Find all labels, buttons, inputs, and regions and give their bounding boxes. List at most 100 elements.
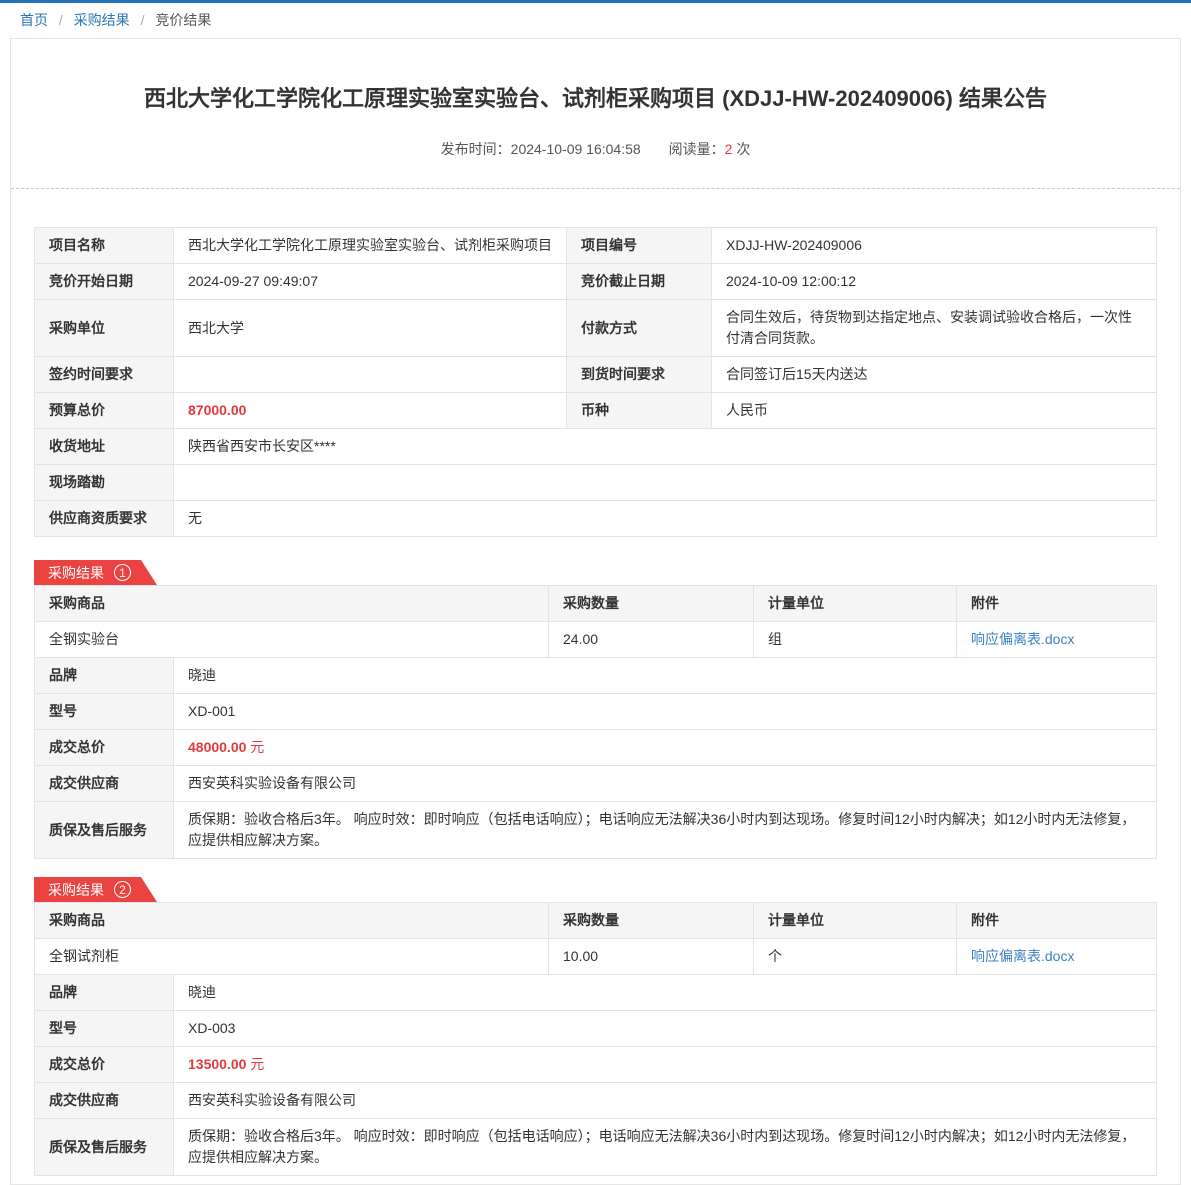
table-row: 全钢试剂柜 10.00 个 响应偏离表.docx [35,939,1157,975]
product-unit: 个 [754,939,957,975]
table-header-row: 采购商品 采购数量 计量单位 附件 [35,586,1157,622]
deal-price-cell: 48000.00 元 [174,730,1157,766]
project-info-table: 项目名称 西北大学化工学院化工原理实验室实验台、试剂柜采购项目 项目编号 XDJ… [34,227,1157,537]
table-row: 项目名称 西北大学化工学院化工原理实验室实验台、试剂柜采购项目 项目编号 XDJ… [35,228,1157,264]
info-value: 无 [174,501,1157,537]
read-count-value: 2 [725,141,733,157]
badge-number-circle: 1 [114,564,131,581]
result-table-1: 采购商品 采购数量 计量单位 附件 全钢实验台 24.00 组 响应偏离表.do… [34,585,1157,658]
info-value: 合同生效后，待货物到达指定地点、安装调试验收合格后，一次性付清合同货款。 [712,300,1157,357]
info-label: 到货时间要求 [567,357,712,393]
table-row: 品牌 晓迪 [35,975,1157,1011]
table-row: 成交总价 13500.00 元 [35,1047,1157,1083]
result-section-1: 采购结果 1 采购商品 采购数量 计量单位 附件 全钢实验台 24.00 组 响… [34,560,1157,859]
detail-label: 成交总价 [35,730,174,766]
column-header: 采购数量 [549,586,754,622]
table-row: 型号 XD-001 [35,694,1157,730]
info-label: 收货地址 [35,429,174,465]
attachment-link[interactable]: 响应偏离表.docx [971,948,1074,964]
result-table-2: 采购商品 采购数量 计量单位 附件 全钢试剂柜 10.00 个 响应偏离表.do… [34,902,1157,975]
detail-value: 西安英科实验设备有限公司 [174,1083,1157,1119]
table-row: 收货地址 陕西省西安市长安区**** [35,429,1157,465]
breadcrumb-separator: / [141,12,145,28]
breadcrumb-home-link[interactable]: 首页 [20,12,48,28]
product-name: 全钢实验台 [35,622,549,658]
info-label: 项目名称 [35,228,174,264]
table-row: 品牌 晓迪 [35,658,1157,694]
info-label: 付款方式 [567,300,712,357]
info-label: 竞价开始日期 [35,264,174,300]
detail-value: XD-003 [174,1011,1157,1047]
table-row: 竞价开始日期 2024-09-27 09:49:07 竞价截止日期 2024-1… [35,264,1157,300]
page-title: 西北大学化工学院化工原理实验室实验台、试剂柜采购项目 (XDJJ-HW-2024… [51,84,1140,114]
breadcrumb-purchase-results-link[interactable]: 采购结果 [74,12,130,28]
column-header: 采购数量 [549,903,754,939]
attachment-cell: 响应偏离表.docx [957,622,1157,658]
info-value: 西北大学化工学院化工原理实验室实验台、试剂柜采购项目 [174,228,567,264]
info-label: 竞价截止日期 [567,264,712,300]
table-row: 型号 XD-003 [35,1011,1157,1047]
info-label: 币种 [567,393,712,429]
attachment-cell: 响应偏离表.docx [957,939,1157,975]
info-value: 2024-09-27 09:49:07 [174,264,567,300]
info-value [174,357,567,393]
detail-value: 晓迪 [174,975,1157,1011]
breadcrumb: 首页 / 采购结果 / 竞价结果 [0,3,1191,38]
result-details-2: 品牌 晓迪 型号 XD-003 成交总价 13500.00 元 成交供应商 西安… [34,974,1157,1176]
result-details-1: 品牌 晓迪 型号 XD-001 成交总价 48000.00 元 成交供应商 西安… [34,657,1157,859]
table-row: 全钢实验台 24.00 组 响应偏离表.docx [35,622,1157,658]
dashed-divider [11,188,1180,189]
detail-label: 成交供应商 [35,766,174,802]
table-row: 成交供应商 西安英科实验设备有限公司 [35,766,1157,802]
info-value: 人民币 [712,393,1157,429]
info-value: 2024-10-09 12:00:12 [712,264,1157,300]
info-label: 项目编号 [567,228,712,264]
badge-label: 采购结果 [48,563,104,583]
detail-label: 型号 [35,1011,174,1047]
breadcrumb-current-page: 竞价结果 [155,12,211,28]
section-badge-2: 采购结果 2 [34,877,157,902]
info-value: XDJJ-HW-202409006 [712,228,1157,264]
attachment-link[interactable]: 响应偏离表.docx [971,631,1074,647]
result-section-2: 采购结果 2 采购商品 采购数量 计量单位 附件 全钢试剂柜 10.00 个 响… [34,877,1157,1176]
info-value: 西北大学 [174,300,567,357]
info-value [174,465,1157,501]
column-header: 计量单位 [754,903,957,939]
detail-value: 西安英科实验设备有限公司 [174,766,1157,802]
info-label: 供应商资质要求 [35,501,174,537]
info-value: 陕西省西安市长安区**** [174,429,1157,465]
publish-time-label: 发布时间： [441,141,511,157]
breadcrumb-separator: / [59,12,63,28]
table-row: 签约时间要求 到货时间要求 合同签订后15天内送达 [35,357,1157,393]
detail-label: 品牌 [35,658,174,694]
detail-label: 成交总价 [35,1047,174,1083]
table-row: 成交总价 48000.00 元 [35,730,1157,766]
detail-label: 型号 [35,694,174,730]
detail-value: 晓迪 [174,658,1157,694]
table-row: 成交供应商 西安英科实验设备有限公司 [35,1083,1157,1119]
content-card: 西北大学化工学院化工原理实验室实验台、试剂柜采购项目 (XDJJ-HW-2024… [10,38,1181,1185]
badge-number-circle: 2 [114,881,131,898]
table-row: 质保及售后服务 质保期：验收合格后3年。 响应时效：即时响应（包括电话响应）；电… [35,802,1157,859]
column-header: 附件 [957,903,1157,939]
column-header: 采购商品 [35,903,549,939]
info-value: 合同签订后15天内送达 [712,357,1157,393]
detail-value: 质保期：验收合格后3年。 响应时效：即时响应（包括电话响应）；电话响应无法解决3… [174,802,1157,859]
detail-label: 成交供应商 [35,1083,174,1119]
detail-value: XD-001 [174,694,1157,730]
info-label: 签约时间要求 [35,357,174,393]
info-label: 预算总价 [35,393,174,429]
detail-label: 品牌 [35,975,174,1011]
read-count-label: 阅读量： [669,141,725,157]
column-header: 采购商品 [35,586,549,622]
product-unit: 组 [754,622,957,658]
publish-time-value: 2024-10-09 16:04:58 [511,141,641,157]
article-meta: 发布时间：2024-10-09 16:04:58阅读量：2 次 [11,139,1180,159]
product-quantity: 24.00 [549,622,754,658]
table-header-row: 采购商品 采购数量 计量单位 附件 [35,903,1157,939]
table-row: 采购单位 西北大学 付款方式 合同生效后，待货物到达指定地点、安装调试验收合格后… [35,300,1157,357]
badge-label: 采购结果 [48,880,104,900]
table-row: 现场踏勘 [35,465,1157,501]
table-row: 供应商资质要求 无 [35,501,1157,537]
table-row: 预算总价 87000.00 币种 人民币 [35,393,1157,429]
